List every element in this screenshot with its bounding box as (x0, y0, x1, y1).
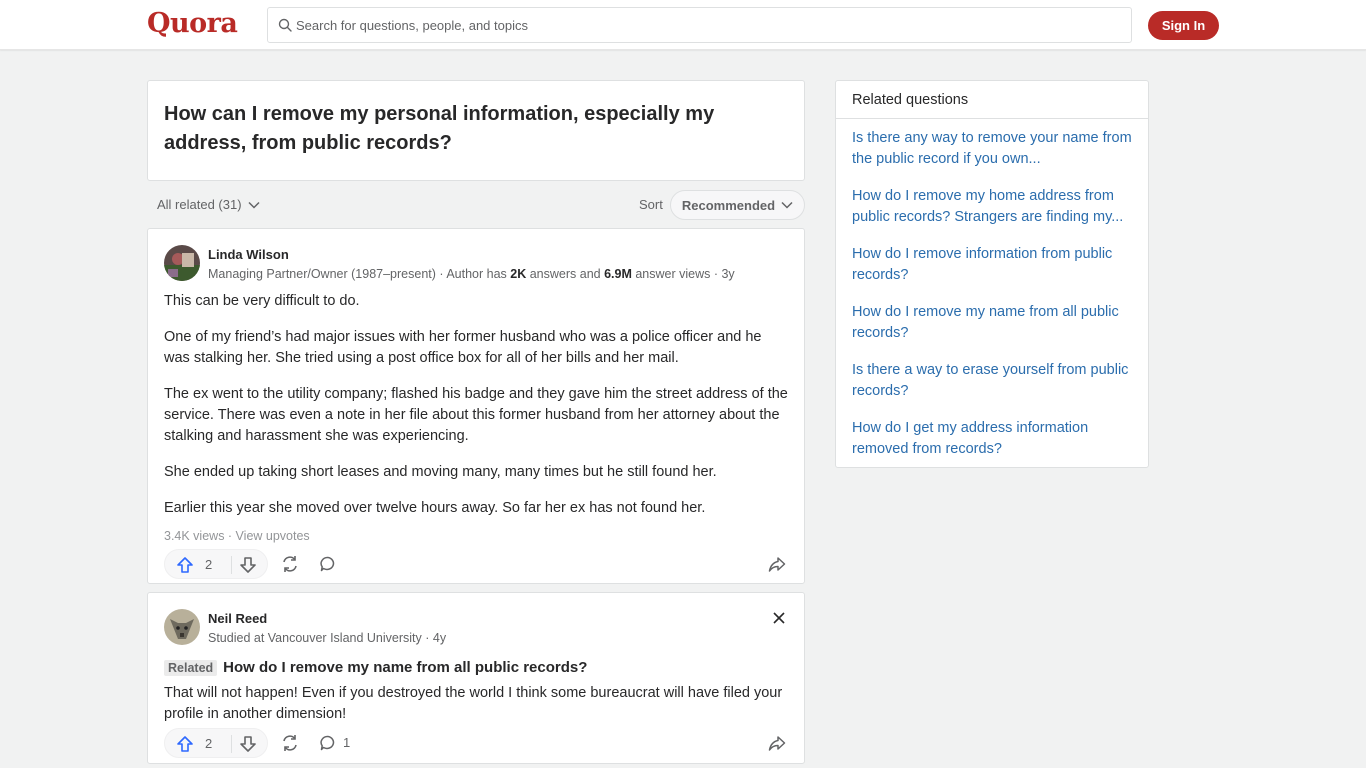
sort-label: Sort (639, 197, 663, 212)
answer-paragraph: The ex went to the utility company; flas… (164, 386, 788, 444)
related-question-link[interactable]: Related How do I remove my name from all… (164, 659, 587, 676)
action-bar: 2 1 (164, 728, 790, 758)
comment-icon[interactable] (319, 555, 337, 573)
related-questions-title: Related questions (836, 81, 1148, 119)
vote-divider (231, 735, 232, 753)
vote-divider (231, 556, 232, 574)
author-name[interactable]: Linda Wilson (208, 247, 289, 262)
upvote-icon[interactable] (176, 735, 194, 753)
related-question-title[interactable]: How do I remove my name from all public … (223, 659, 587, 676)
close-icon[interactable] (772, 611, 786, 625)
related-question-item[interactable]: Is there any way to remove your name fro… (852, 128, 1136, 186)
upvote-icon[interactable] (176, 556, 194, 574)
author-credential: Studied at Vancouver Island University ·… (208, 631, 447, 645)
reshare-icon[interactable] (280, 733, 300, 753)
chevron-down-icon (248, 201, 260, 209)
action-bar: 2 (164, 549, 790, 579)
downvote-icon[interactable] (239, 556, 257, 574)
related-question-item[interactable]: How do I remove my home address from pub… (852, 186, 1136, 244)
vote-pill: 2 (164, 549, 268, 579)
upvote-count: 2 (205, 557, 213, 572)
related-question-item[interactable]: How do I remove information from public … (852, 244, 1136, 302)
share-icon[interactable] (768, 734, 786, 752)
answer-paragraph: She ended up taking short leases and mov… (164, 464, 717, 480)
answer-paragraph: Earlier this year she moved over twelve … (164, 500, 706, 516)
related-badge: Related (164, 659, 218, 676)
share-icon[interactable] (768, 555, 786, 573)
comment-icon[interactable] (319, 734, 337, 752)
search-box[interactable] (267, 7, 1132, 43)
related-questions-panel: Related questions Is there any way to re… (835, 80, 1149, 468)
answer-stats[interactable]: 3.4K views · View upvotes (164, 529, 310, 543)
vote-pill: 2 (164, 728, 268, 758)
search-icon (278, 18, 292, 32)
upvote-count: 2 (205, 736, 213, 751)
answer-paragraph: That will not happen! Even if you destro… (164, 685, 783, 722)
answer-paragraph: This can be very difficult to do. (164, 293, 360, 309)
reshare-icon[interactable] (280, 554, 300, 574)
question-card: How can I remove my personal information… (147, 80, 805, 181)
quora-logo[interactable]: Quora (147, 8, 238, 39)
chevron-down-icon (781, 201, 793, 209)
question-title: How can I remove my personal information… (164, 103, 715, 154)
related-answer-card: Neil Reed Studied at Vancouver Island Un… (147, 592, 805, 764)
sign-in-button[interactable]: Sign In (1148, 11, 1219, 40)
sort-dropdown[interactable]: Recommended (670, 190, 805, 220)
comment-count: 1 (343, 735, 351, 750)
related-question-item[interactable]: Is there a way to erase yourself from pu… (852, 360, 1136, 418)
answer-card: Linda Wilson Managing Partner/Owner (198… (147, 228, 805, 584)
avatar[interactable] (164, 245, 200, 281)
related-questions-list: Is there any way to remove your name fro… (852, 128, 1136, 476)
author-name[interactable]: Neil Reed (208, 611, 267, 626)
all-related-filter[interactable]: All related (31) (157, 197, 260, 212)
answer-paragraph: One of my friend’s had major issues with… (164, 329, 762, 366)
search-input[interactable] (296, 8, 1116, 42)
top-header: Quora Sign In (0, 0, 1366, 50)
related-question-item[interactable]: How do I remove my name from all public … (852, 302, 1136, 360)
downvote-icon[interactable] (239, 735, 257, 753)
avatar[interactable] (164, 609, 200, 645)
sort-value: Recommended (681, 197, 776, 213)
related-question-item[interactable]: How do I get my address information remo… (852, 418, 1136, 476)
author-credential: Managing Partner/Owner (1987–present) · … (208, 267, 735, 281)
all-related-label: All related (31) (157, 197, 242, 212)
